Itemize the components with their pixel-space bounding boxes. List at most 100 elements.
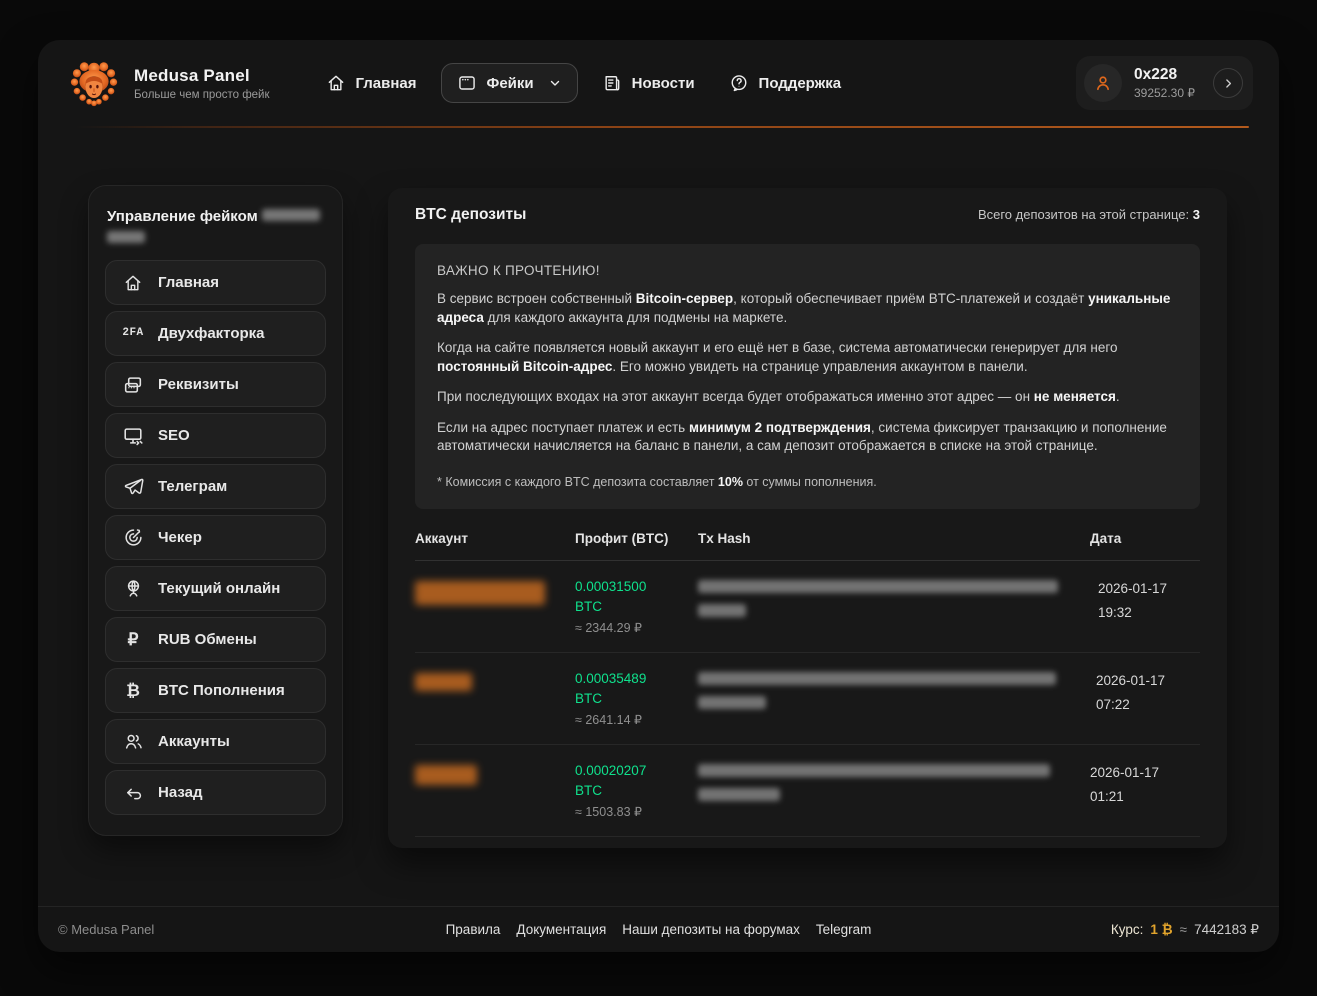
sidebar-item-requisites[interactable]: Реквизиты <box>105 362 326 407</box>
tx-hash-cell[interactable] <box>698 761 1090 819</box>
main-nav: Главная Фейки Новости Поддержка <box>316 63 852 103</box>
rate-approx-sign: ≈ <box>1180 922 1187 937</box>
chevron-right-icon[interactable] <box>1213 68 1243 98</box>
nav-item-support[interactable]: Поддержка <box>719 64 852 102</box>
redacted-tx-hash <box>698 672 1056 685</box>
rate-btc-amount: 1 ₿ <box>1150 922 1172 937</box>
footer-link-4[interactable]: Telegram <box>816 922 872 937</box>
date-cell: 2026-01-1707:22 <box>1096 669 1206 727</box>
date-cell: 2026-01-1719:32 <box>1098 577 1208 635</box>
browser-icon <box>457 73 477 93</box>
profit-cell: 0.00031500BTC≈ 2344.29 ₽ <box>575 577 698 635</box>
sidebar-item-main[interactable]: Главная <box>105 260 326 305</box>
tx-hash-cell[interactable] <box>698 577 1098 635</box>
sidebar-item-label: SEO <box>158 427 190 444</box>
home-icon <box>121 273 145 293</box>
table-body: 0.00031500BTC≈ 2344.29 ₽2026-01-1719:320… <box>415 561 1200 837</box>
deposits-count-value: 3 <box>1193 207 1200 222</box>
globe-icon <box>121 578 145 599</box>
sidebar-item-label: BTC Пополнения <box>158 682 285 699</box>
chevron-down-icon <box>548 76 562 90</box>
copyright: © Medusa Panel <box>58 922 154 937</box>
nav-item-label: Новости <box>632 75 695 92</box>
sidebar-item-label: Чекер <box>158 529 202 546</box>
app-window: Medusa Panel Больше чем просто фейк Глав… <box>38 40 1279 952</box>
footer-links: Правила Документация Наши депозиты на фору… <box>446 922 872 937</box>
sidebar-item-label: Реквизиты <box>158 376 239 393</box>
account-cell[interactable] <box>415 577 575 635</box>
redacted-tx-hash <box>698 580 1058 593</box>
user-card[interactable]: 0x228 39252.30 ₽ <box>1076 56 1253 110</box>
brand-text: Medusa Panel Больше чем просто фейк <box>134 66 270 101</box>
footer-link-1[interactable]: Правила <box>446 922 501 937</box>
deposit-time: 07:22 <box>1096 693 1206 717</box>
account-cell[interactable] <box>415 761 575 819</box>
sidebar-item-online[interactable]: Текущий онлайн <box>105 566 326 611</box>
nav-item-label: Главная <box>356 75 417 92</box>
rate-rub-value: 7442183 ₽ <box>1194 922 1259 938</box>
footer-link-3[interactable]: Наши депозиты на форумах <box>622 922 800 937</box>
deposits-table: АккаунтПрофит (BTC)Tx HashДата 0.0003150… <box>415 531 1200 837</box>
deposits-count-label: Всего депозитов на этой странице: <box>978 207 1189 222</box>
page-title: BTC депозиты <box>415 206 526 224</box>
redacted-tx-hash <box>698 764 1050 777</box>
help-icon <box>729 73 749 93</box>
notice-footnote: * Комиссия с каждого BTC депозита состав… <box>437 473 1178 492</box>
sidebar-item-label: Текущий онлайн <box>158 580 280 597</box>
sidebar-item-label: RUB Обмены <box>158 631 257 648</box>
footer-link-2[interactable]: Документация <box>516 922 606 937</box>
account-cell[interactable] <box>415 669 575 727</box>
profit-rub: ≈ 2344.29 ₽ <box>575 620 698 635</box>
sidebar-item-back[interactable]: Назад <box>105 770 326 815</box>
deposit-row: 0.00031500BTC≈ 2344.29 ₽2026-01-1719:32 <box>415 561 1200 653</box>
redacted-fake-name <box>262 209 320 221</box>
nav-item-news[interactable]: Новости <box>592 64 705 102</box>
sidebar-item-rub-exchanges[interactable]: ₽RUB Обмены <box>105 617 326 662</box>
checker-icon <box>121 527 145 548</box>
sidebar-item-label: Назад <box>158 784 202 801</box>
sidebar-item-accounts[interactable]: Аккаунты <box>105 719 326 764</box>
date-cell: 2026-01-1701:21 <box>1090 761 1200 819</box>
deposit-date: 2026-01-17 <box>1098 577 1208 601</box>
home-icon <box>326 73 346 93</box>
seo-icon <box>121 425 145 447</box>
btc-deposits-panel: BTC депозиты Всего депозитов на этой стр… <box>388 188 1227 848</box>
sidebar-item-btc-deposits[interactable]: ₿ BTC Пополнения <box>105 668 326 713</box>
sidebar-item-2fa[interactable]: 2FAДвухфакторка <box>105 311 326 356</box>
user-id: 0x228 <box>1134 66 1195 84</box>
notice-paragraph-1: В сервис встроен собственный Bitcoin-сер… <box>437 290 1178 327</box>
sidebar-item-telegram[interactable]: Телеграм <box>105 464 326 509</box>
back-icon <box>121 782 145 803</box>
sidebar-item-checker[interactable]: Чекер <box>105 515 326 560</box>
sidebar-title-text: Управление фейком <box>107 208 258 225</box>
cards-icon <box>121 374 145 396</box>
notice-paragraph-3: При последующих входах на этот аккаунт в… <box>437 388 1178 407</box>
notice-heading: ВАЖНО К ПРОЧТЕНИЮ! <box>437 263 1178 278</box>
column-header: Дата <box>1090 531 1200 546</box>
brand-tagline: Больше чем просто фейк <box>134 89 270 101</box>
users-icon <box>121 731 145 752</box>
profit-cell: 0.00020207BTC≈ 1503.83 ₽ <box>575 761 698 819</box>
news-icon <box>602 73 622 93</box>
profit-cell: 0.00035489BTC≈ 2641.14 ₽ <box>575 669 698 727</box>
sidebar-item-label: Телеграм <box>158 478 227 495</box>
sidebar-item-label: Двухфакторка <box>158 325 265 342</box>
nav-item-home[interactable]: Главная <box>316 64 427 102</box>
nav-item-fakes[interactable]: Фейки <box>441 63 578 103</box>
user-meta: 0x228 39252.30 ₽ <box>1134 66 1195 100</box>
sidebar-item-seo[interactable]: SEO <box>105 413 326 458</box>
profit-btc: 0.00031500 <box>575 577 698 597</box>
notice-paragraph-2: Когда на сайте появляется новый аккаунт … <box>437 339 1178 376</box>
user-balance: 39252.30 ₽ <box>1134 86 1195 100</box>
deposit-row: 0.00020207BTC≈ 1503.83 ₽ 2026-01-1701:21 <box>415 745 1200 837</box>
brand[interactable]: Medusa Panel Больше чем просто фейк <box>68 57 270 109</box>
table-header-row: АккаунтПрофит (BTC)Tx HashДата <box>415 531 1200 561</box>
panel-header: BTC депозиты Всего депозитов на этой стр… <box>402 206 1213 224</box>
sidebar-item-label: Аккаунты <box>158 733 230 750</box>
btc-rate: Курс: 1 ₿ ≈ 7442183 ₽ <box>1111 922 1259 938</box>
deposits-count: Всего депозитов на этой странице: 3 <box>978 207 1200 222</box>
tx-hash-cell[interactable] <box>698 669 1096 727</box>
btc-icon: ₿ <box>121 682 145 699</box>
profit-btc: 0.00020207 <box>575 761 698 781</box>
notice-paragraph-4: Если на адрес поступает платеж и есть ми… <box>437 419 1178 456</box>
